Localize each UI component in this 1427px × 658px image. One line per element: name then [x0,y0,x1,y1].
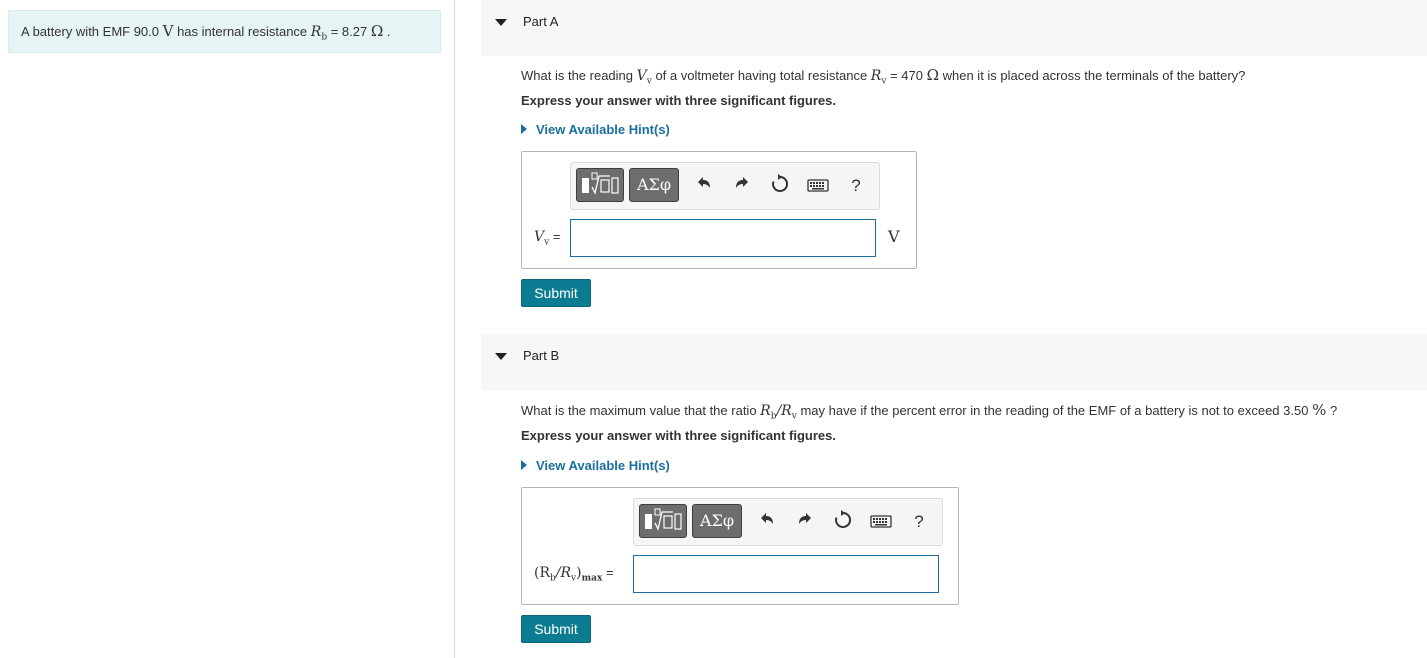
problem-statement: A battery with EMF 90.0 V has internal r… [8,10,441,53]
part-a-q-text-3: = 470 [886,68,927,83]
answer-eq: = [602,565,614,580]
part-b-q-text-2: may have if the percent error in the rea… [796,403,1313,418]
part-b-instruction: Express your answer with three significa… [521,428,836,443]
part-b-q-rb: R [760,403,771,419]
intro-volt-unit: V [162,22,174,40]
part-b-title: Part B [523,348,560,363]
math-toolbar: ΑΣφ ? [633,498,943,546]
column-divider [454,0,455,658]
part-b-answer-input[interactable] [633,555,939,593]
part-b-q-text-1: What is the maximum value that the ratio [521,403,761,418]
intro-rb-symbol: R [310,24,322,40]
part-a-hint-label: View Available Hint(s) [536,122,670,137]
templates-icon [645,508,682,531]
reset-icon[interactable] [767,174,793,198]
intro-text-2: has internal resistance [173,24,311,39]
undo-icon[interactable] [691,174,717,198]
part-a-q-v-symbol: V [636,68,647,84]
greek-symbols-button[interactable]: ΑΣφ [692,504,742,538]
part-a-q-text-4: when it is placed across the terminals o… [939,68,1246,83]
part-a-q-ohm: Ω [926,66,939,84]
answer-max-sub: max [581,573,603,584]
help-button[interactable]: ? [906,510,932,534]
part-a-q-text-1: What is the reading [521,68,637,83]
part-a-header[interactable]: Part A [481,0,1427,56]
math-toolbar: ΑΣφ ? [570,162,880,210]
part-a-answer-label: Vv = [534,229,560,248]
intro-text-3: = 8.27 [327,24,371,39]
intro-ohm-unit: Ω [370,22,384,40]
help-button[interactable]: ? [843,174,869,198]
redo-icon[interactable] [729,174,755,198]
part-a-submit-button[interactable]: Submit [521,279,591,307]
templates-button[interactable] [576,168,624,202]
keyboard-icon[interactable] [805,174,831,198]
part-b-q-qmark: ? [1326,403,1338,418]
expand-triangle-icon [521,124,527,134]
templates-icon [582,172,619,195]
part-a-hint-link[interactable]: View Available Hint(s) [521,122,670,137]
part-b-answer-box: ΑΣφ ? (Rb/Rv)max = [521,487,959,605]
part-a-title: Part A [523,14,559,29]
part-b-q-pct: % [1312,401,1327,419]
part-a-q-r-symbol: R [870,68,882,84]
collapse-triangle-icon[interactable] [495,19,507,26]
part-b-hint-link[interactable]: View Available Hint(s) [521,458,670,473]
greek-symbols-button[interactable]: ΑΣφ [629,168,679,202]
part-a-answer-box: ΑΣφ ? Vv = V [521,151,917,269]
part-b-answer-label: (Rb/Rv)max = [534,565,614,584]
redo-icon[interactable] [792,510,818,534]
answer-eq: = [549,229,561,244]
part-b-question: What is the maximum value that the ratio… [521,401,1337,422]
intro-text-4: . [383,24,391,39]
intro-text-1: A battery with EMF 90.0 [21,24,163,39]
part-a-answer-input[interactable] [570,219,876,257]
undo-icon[interactable] [754,510,780,534]
answer-mid: /R [555,565,572,581]
answer-open: (R [534,565,551,581]
answer-var: V [534,229,545,245]
templates-button[interactable] [639,504,687,538]
part-a-unit: V [888,227,900,246]
part-b-submit-button[interactable]: Submit [521,615,591,643]
part-a-instruction: Express your answer with three significa… [521,93,836,108]
expand-triangle-icon [521,460,527,470]
part-a-question: What is the reading Vv of a voltmeter ha… [521,66,1245,87]
reset-icon[interactable] [830,510,856,534]
part-b-q-rv: /R [776,403,792,419]
part-a-q-text-2: of a voltmeter having total resistance [651,68,871,83]
keyboard-icon[interactable] [868,510,894,534]
collapse-triangle-icon[interactable] [495,353,507,360]
part-b-header[interactable]: Part B [481,334,1427,390]
part-b-hint-label: View Available Hint(s) [536,458,670,473]
